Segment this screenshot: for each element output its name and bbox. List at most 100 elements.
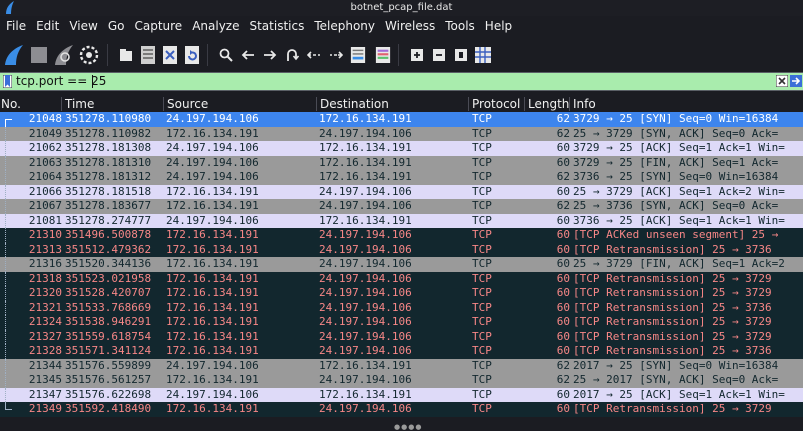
packet-info: 25 → 3729 [SYN, ACK] Seq=0 Ack= <box>573 126 779 140</box>
packet-source: 172.16.134.191 <box>166 329 259 343</box>
packet-protocol: TCP <box>472 315 492 328</box>
menu-capture[interactable]: Capture <box>129 16 187 37</box>
packet-row[interactable]: 21313 351512.479362 172.16.134.191 24.197.1… <box>0 242 803 257</box>
restart-capture-icon[interactable] <box>53 43 75 67</box>
menu-telephony[interactable]: Telephony <box>309 16 380 37</box>
packet-row[interactable]: 21320 351528.420707 172.16.134.191 24.197.1… <box>0 286 803 301</box>
menu-tools[interactable]: Tools <box>440 16 480 37</box>
resize-columns-icon[interactable] <box>475 45 491 65</box>
packet-destination: 24.197.194.106 <box>319 315 412 328</box>
packet-list[interactable]: 21048 351278.110980 24.197.194.106 172.16.1… <box>0 112 803 418</box>
packet-destination: 24.197.194.106 <box>319 199 412 212</box>
packet-length: 62 <box>556 170 570 183</box>
packet-info: 25 → 2017 [SYN, ACK] Seq=0 Ack= <box>573 373 779 386</box>
colorize-icon[interactable] <box>375 45 391 65</box>
column-header-destination[interactable]: Destination <box>320 96 389 112</box>
packet-protocol: TCP <box>472 257 492 270</box>
menu-edit[interactable]: Edit <box>31 16 64 37</box>
menu-file[interactable]: File <box>0 16 31 37</box>
column-separator[interactable] <box>468 97 469 111</box>
zoom-in-icon[interactable] <box>409 45 425 65</box>
auto-scroll-icon[interactable] <box>350 45 366 65</box>
column-separator[interactable] <box>163 97 164 111</box>
packet-number: 21063 <box>28 155 62 169</box>
packet-row[interactable]: 21328 351571.341124 172.16.134.191 24.197.1… <box>0 344 803 359</box>
packet-row[interactable]: 21063 351278.181310 24.197.194.106 172.16.1… <box>0 155 803 170</box>
packet-row[interactable]: 21327 351559.618754 172.16.134.191 24.197.1… <box>0 329 803 344</box>
menu-analyze[interactable]: Analyze <box>187 16 244 37</box>
column-separator[interactable] <box>524 97 525 111</box>
display-filter-bar[interactable]: tcp.port == 25 <box>0 72 803 91</box>
packet-row[interactable]: 21345 351576.561257 172.16.134.191 24.197.1… <box>0 373 803 388</box>
find-packet-icon[interactable] <box>218 45 234 65</box>
packet-protocol: TCP <box>472 271 492 285</box>
toolbar-separator <box>207 43 208 66</box>
menu-view[interactable]: View <box>64 16 102 37</box>
go-to-packet-icon[interactable] <box>284 45 300 65</box>
packet-destination: 24.197.194.106 <box>319 286 412 299</box>
column-separator[interactable] <box>569 97 570 111</box>
packet-info: 3729 → 25 [FIN, ACK] Seq=1 Ack= <box>573 155 779 169</box>
packet-row[interactable]: 21081 351278.274777 24.197.194.106 172.16.1… <box>0 213 803 228</box>
column-separator[interactable] <box>61 97 62 111</box>
capture-options-icon[interactable] <box>78 43 100 67</box>
packet-length: 60 <box>556 213 570 227</box>
packet-row[interactable]: 21067 351278.183677 172.16.134.191 24.197.1… <box>0 199 803 214</box>
menu-help[interactable]: Help <box>480 16 517 37</box>
clear-filter-icon[interactable] <box>776 75 788 87</box>
packet-row[interactable]: 21324 351538.946291 172.16.134.191 24.197.1… <box>0 315 803 330</box>
packet-time: 351278.274777 <box>65 213 152 227</box>
packet-row[interactable]: 21064 351278.181312 24.197.194.106 172.16.1… <box>0 170 803 185</box>
close-file-icon[interactable] <box>162 45 178 65</box>
column-header-no[interactable]: No. <box>1 96 21 112</box>
packet-time: 351278.183677 <box>65 199 152 212</box>
column-header-protocol[interactable]: Protocol <box>472 96 520 112</box>
first-packet-icon[interactable] <box>306 45 322 65</box>
packet-row[interactable]: 21310 351496.500878 172.16.134.191 24.197.1… <box>0 228 803 243</box>
reload-file-icon[interactable] <box>184 45 200 65</box>
save-file-icon[interactable] <box>140 45 156 65</box>
open-file-icon[interactable] <box>118 45 134 65</box>
menu-wireless[interactable]: Wireless <box>380 16 440 37</box>
stop-capture-icon[interactable] <box>28 43 50 67</box>
zoom-out-icon[interactable] <box>431 45 447 65</box>
packet-destination: 24.197.194.106 <box>319 373 412 386</box>
column-header-source[interactable]: Source <box>167 96 208 112</box>
packet-row[interactable]: 21321 351533.768669 172.16.134.191 24.197.1… <box>0 300 803 315</box>
column-header-time[interactable]: Time <box>65 96 94 112</box>
packet-list-header: No. Time Source Destination Protocol Len… <box>0 96 803 112</box>
filter-bookmark-icon[interactable] <box>3 75 12 88</box>
packet-info: 3736 → 25 [ACK] Seq=1 Ack=1 Win= <box>573 213 785 227</box>
menu-statistics[interactable]: Statistics <box>244 16 309 37</box>
last-packet-icon[interactable] <box>328 45 344 65</box>
pane-splitter[interactable]: ●●●● <box>0 418 803 431</box>
packet-row[interactable]: 21066 351278.181518 172.16.134.191 24.197.1… <box>0 184 803 199</box>
packet-row[interactable]: 21344 351576.559899 24.197.194.106 172.16.1… <box>0 358 803 373</box>
column-header-length[interactable]: Length <box>528 96 569 112</box>
packet-number: 21316 <box>28 257 62 270</box>
packet-length: 60 <box>556 242 570 256</box>
packet-info: 2017 → 25 [SYN] Seq=0 Win=16384 <box>573 358 779 372</box>
column-separator[interactable] <box>316 97 317 111</box>
packet-row[interactable]: 21048 351278.110980 24.197.194.106 172.16.1… <box>0 112 803 127</box>
packet-source: 172.16.134.191 <box>166 126 259 140</box>
packet-number: 21064 <box>28 170 62 183</box>
menu-go[interactable]: Go <box>103 16 130 37</box>
go-back-icon[interactable] <box>240 45 256 65</box>
packet-row[interactable]: 21049 351278.110982 172.16.134.191 24.197.1… <box>0 126 803 141</box>
column-header-info[interactable]: Info <box>573 96 596 112</box>
packet-source: 24.197.194.106 <box>166 141 259 154</box>
apply-filter-icon[interactable] <box>790 75 802 87</box>
packet-info: [TCP Retransmission] 25 → 3729 <box>573 402 772 415</box>
packet-row[interactable]: 21318 351523.021958 172.16.134.191 24.197.1… <box>0 271 803 286</box>
packet-row[interactable]: 21062 351278.181308 24.197.194.106 172.16.1… <box>0 141 803 156</box>
go-forward-icon[interactable] <box>262 45 278 65</box>
toolbar-separator <box>107 43 108 66</box>
packet-row[interactable]: 21316 351520.344136 172.16.134.191 24.197.1… <box>0 257 803 272</box>
start-capture-icon[interactable] <box>3 43 25 67</box>
normal-size-icon[interactable] <box>453 45 469 65</box>
packet-row[interactable]: 21347 351576.622698 24.197.194.106 172.16.1… <box>0 387 803 402</box>
packet-number: 21327 <box>28 329 62 343</box>
packet-row[interactable]: 21349 351592.418490 172.16.134.191 24.197.1… <box>0 402 803 417</box>
packet-protocol: TCP <box>472 387 492 401</box>
